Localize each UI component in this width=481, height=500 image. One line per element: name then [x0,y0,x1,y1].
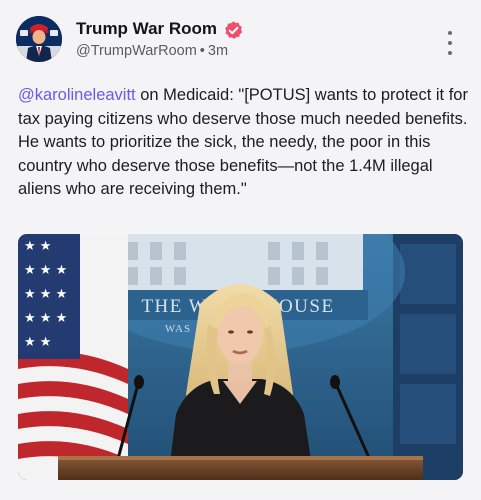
svg-text:★ ★ ★: ★ ★ ★ [24,263,67,278]
author-name[interactable]: Trump War Room [76,19,217,39]
verified-badge-icon [225,21,243,39]
svg-text:★ ★: ★ ★ [24,335,51,350]
post-card: Trump War Room @TrumpWarRoom • 3m @karolin… [0,0,481,500]
post-time[interactable]: 3m [208,43,228,59]
author-handle[interactable]: @TrumpWarRoom [76,43,197,59]
press-briefing-photo: THE WHITE HOUSE WAS ★ ★★ ★ ★ ★ ★ ★★ ★ ★ … [18,234,463,480]
more-vertical-icon [448,31,452,35]
svg-text:★ ★: ★ ★ [24,239,51,254]
svg-text:★ ★ ★: ★ ★ ★ [24,287,67,302]
more-vertical-icon-dot [448,51,452,55]
post-text: @karolineleavitt on Medicaid: "[POTUS] w… [18,84,468,202]
author-avatar[interactable] [16,16,62,62]
backdrop-subtext: WAS [165,323,191,335]
mention-link[interactable]: @karolineleavitt [18,86,136,104]
meta-separator: • [199,43,205,59]
campaign-logo-avatar-icon [16,16,62,62]
author-meta: @TrumpWarRoom • 3m [76,43,228,59]
more-vertical-icon-dot [448,41,452,45]
svg-text:★ ★ ★: ★ ★ ★ [24,311,67,326]
more-options-button[interactable] [440,31,460,55]
post-media-image[interactable]: THE WHITE HOUSE WAS ★ ★★ ★ ★ ★ ★ ★★ ★ ★ … [18,234,463,480]
